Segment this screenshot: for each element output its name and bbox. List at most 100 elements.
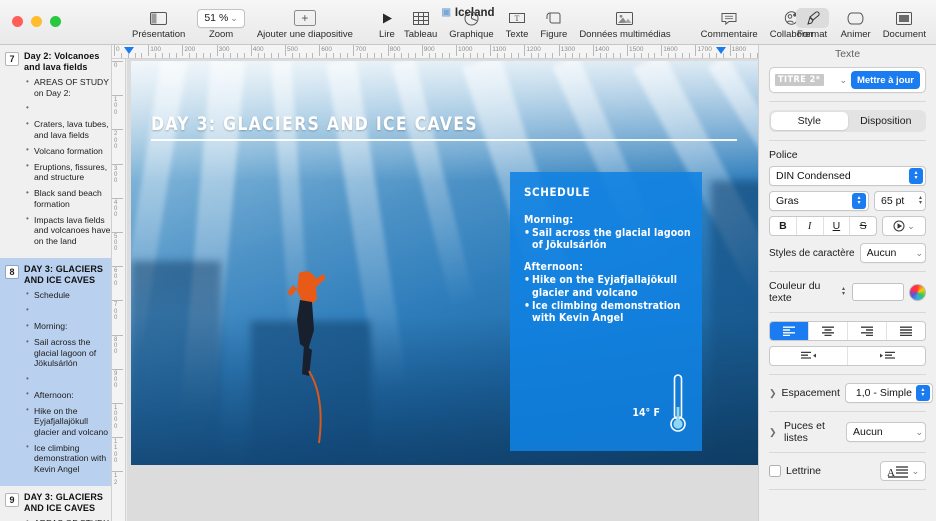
paintbrush-icon — [795, 8, 829, 28]
format-inspector[interactable]: Texte TITRE 2* ⌄ Mettre à jour Style Dis… — [758, 45, 936, 521]
divider — [769, 140, 926, 141]
align-center-button[interactable] — [809, 322, 848, 340]
text-options-gear-icon[interactable]: ⌄ — [882, 216, 926, 236]
ruler-major-tick — [456, 45, 457, 56]
disclosure-triangle-icon[interactable]: ❯ — [769, 427, 779, 438]
text-color-stepper-icon[interactable]: ▴ ▾ — [842, 286, 845, 298]
window-controls[interactable] — [12, 16, 61, 27]
indent-buttons[interactable] — [769, 346, 926, 366]
ruler-minor-tick — [209, 53, 211, 58]
list-item: Hike on the Eyjafjallajökull glacier and… — [26, 405, 111, 438]
spacing-popup[interactable]: 1,0 - Simple ▴ ▾ — [844, 383, 933, 403]
schedule-subheading-afternoon: Afternoon: — [524, 261, 584, 274]
italic-button[interactable]: I — [797, 217, 824, 235]
toolbar-shape-button[interactable]: Figure — [534, 6, 573, 40]
svg-text:A: A — [887, 467, 895, 478]
ruler-minor-tick — [647, 53, 649, 58]
left-margin-marker[interactable] — [124, 47, 134, 54]
ruler-minor-tick — [367, 53, 369, 58]
tab-disposition[interactable]: Disposition — [848, 112, 925, 130]
toolbar-chart-button[interactable]: Graphique — [443, 6, 499, 40]
navigator-slide-9[interactable]: 9 DAY 3: GLACIERS AND ICE CAVES AREAS OF… — [0, 486, 111, 521]
increase-indent-button[interactable] — [848, 347, 925, 365]
slide-navigator[interactable]: 7 Day 2: Volcanoes and lava fields AREAS… — [0, 45, 112, 521]
bold-button[interactable]: B — [770, 217, 797, 235]
toolbar-media-button[interactable]: Données multimédias — [573, 6, 676, 40]
maximize-button[interactable] — [50, 16, 61, 27]
toolbar-text-label: Texte — [505, 29, 529, 40]
toolbar-comment-button[interactable]: Commentaire — [695, 6, 764, 40]
inspector-tabs[interactable]: Style Disposition — [769, 110, 926, 132]
ruler-minor-tick — [155, 53, 157, 58]
horizontal-alignment-buttons[interactable] — [769, 321, 926, 341]
underline-button[interactable]: U — [824, 217, 851, 235]
color-wheel-icon[interactable] — [909, 283, 926, 301]
ruler-tick-label: 1100 — [492, 45, 507, 53]
strikethrough-button[interactable]: S — [850, 217, 876, 235]
stepper-icon[interactable]: ▴ ▾ — [909, 168, 923, 184]
update-style-button[interactable]: Mettre à jour — [850, 71, 920, 89]
text-format-buttons[interactable]: B I U S — [769, 216, 877, 236]
ruler-minor-tick — [408, 53, 410, 58]
table-icon — [412, 8, 429, 28]
align-right-button[interactable] — [848, 322, 887, 340]
horizontal-ruler[interactable]: 0 100 200 300 400 500 600 700 800 900 1000 1100 1200… — [112, 45, 758, 59]
tab-style[interactable]: Style — [771, 112, 848, 130]
font-family-popup[interactable]: DIN Condensed ▴ ▾ — [769, 166, 926, 186]
close-button[interactable] — [12, 16, 23, 27]
toolbar-text-button[interactable]: T Texte — [500, 6, 535, 40]
schedule-text-box[interactable]: SCHEDULE Morning: Sail across the glacia… — [510, 172, 702, 451]
ruler-minor-tick — [750, 53, 752, 58]
character-styles-popup[interactable]: Aucun ⌄ — [859, 243, 926, 263]
drop-cap-icon[interactable]: A ⌄ — [880, 461, 926, 481]
zoom-value-box[interactable]: 51 % ⌄ — [197, 8, 245, 28]
media-icon — [616, 8, 634, 28]
ruler-tick-label: 1800 — [731, 45, 747, 53]
toolbar-presentation-button[interactable]: Présentation — [126, 6, 191, 40]
ruler-minor-tick — [538, 53, 540, 58]
ruler-tick-label: 1000 — [458, 45, 473, 53]
schedule-subheading-morning: Morning: — [524, 214, 574, 226]
stepper-icon[interactable]: ▴ ▾ — [852, 193, 866, 209]
paragraph-style-row[interactable]: TITRE 2* ⌄ Mettre à jour — [769, 67, 926, 93]
stepper-arrows-icon[interactable]: ▴ ▾ — [919, 195, 922, 207]
toolbar-add-slide-button[interactable]: + Ajouter une diapositive — [251, 6, 359, 40]
animate-diamond-icon — [847, 8, 864, 28]
slide-title-text[interactable]: DAY 3: GLACIERS AND ICE CAVES — [151, 113, 478, 135]
document-panel-icon — [896, 8, 913, 28]
align-justify-button[interactable] — [887, 322, 925, 340]
font-weight-popup[interactable]: Gras ▴ ▾ — [769, 191, 869, 211]
navigator-slide-header: 7 Day 2: Volcanoes and lava fields — [0, 49, 111, 73]
align-left-button[interactable] — [770, 322, 809, 340]
vertical-ruler[interactable]: 0 100 200 300 400 500 600 700 800 900 1000 1100 12 — [112, 59, 126, 521]
toolbar-animate-button[interactable]: Animer — [835, 6, 877, 40]
slide-canvas[interactable]: DAY 3: GLACIERS AND ICE CAVES SCHEDULE M… — [127, 59, 758, 521]
navigator-slide-7[interactable]: 7 Day 2: Volcanoes and lava fields AREAS… — [0, 45, 111, 258]
chevron-down-icon[interactable]: ⌄ — [839, 75, 847, 86]
ruler-minor-tick — [243, 53, 245, 58]
current-slide[interactable]: DAY 3: GLACIERS AND ICE CAVES SCHEDULE M… — [131, 61, 758, 465]
decrease-indent-button[interactable] — [770, 347, 848, 365]
ruler-major-tick — [112, 300, 123, 302]
ruler-tick-label: 300 — [114, 165, 118, 184]
bullets-popup[interactable]: Aucun ⌄ — [846, 422, 926, 442]
ruler-minor-tick — [743, 53, 745, 58]
ruler-minor-tick — [572, 53, 574, 58]
ruler-tick-label: 400 — [114, 199, 118, 219]
toolbar-format-button[interactable]: Format — [790, 6, 835, 40]
font-size-stepper[interactable]: 65 pt ▴ ▾ — [874, 191, 926, 211]
toolbar-zoom-control[interactable]: 51 % ⌄ Zoom — [191, 6, 250, 40]
disclosure-triangle-icon[interactable]: ❯ — [769, 388, 777, 399]
stepper-icon[interactable]: ▴ ▾ — [915, 385, 930, 401]
text-color-swatch[interactable] — [852, 283, 904, 301]
right-margin-marker[interactable] — [716, 47, 726, 54]
toolbar-play-button[interactable]: Lire — [373, 6, 401, 40]
minimize-button[interactable] — [31, 16, 42, 27]
toolbar-table-button[interactable]: Tableau — [398, 6, 443, 40]
navigator-slide-8[interactable]: 8 DAY 3: GLACIERS AND ICE CAVES Schedule… — [0, 257, 111, 486]
ruler-minor-tick — [127, 53, 129, 58]
toolbar-document-button[interactable]: Document — [877, 6, 932, 40]
ruler-major-tick — [112, 437, 123, 439]
drop-cap-checkbox[interactable] — [769, 465, 781, 477]
